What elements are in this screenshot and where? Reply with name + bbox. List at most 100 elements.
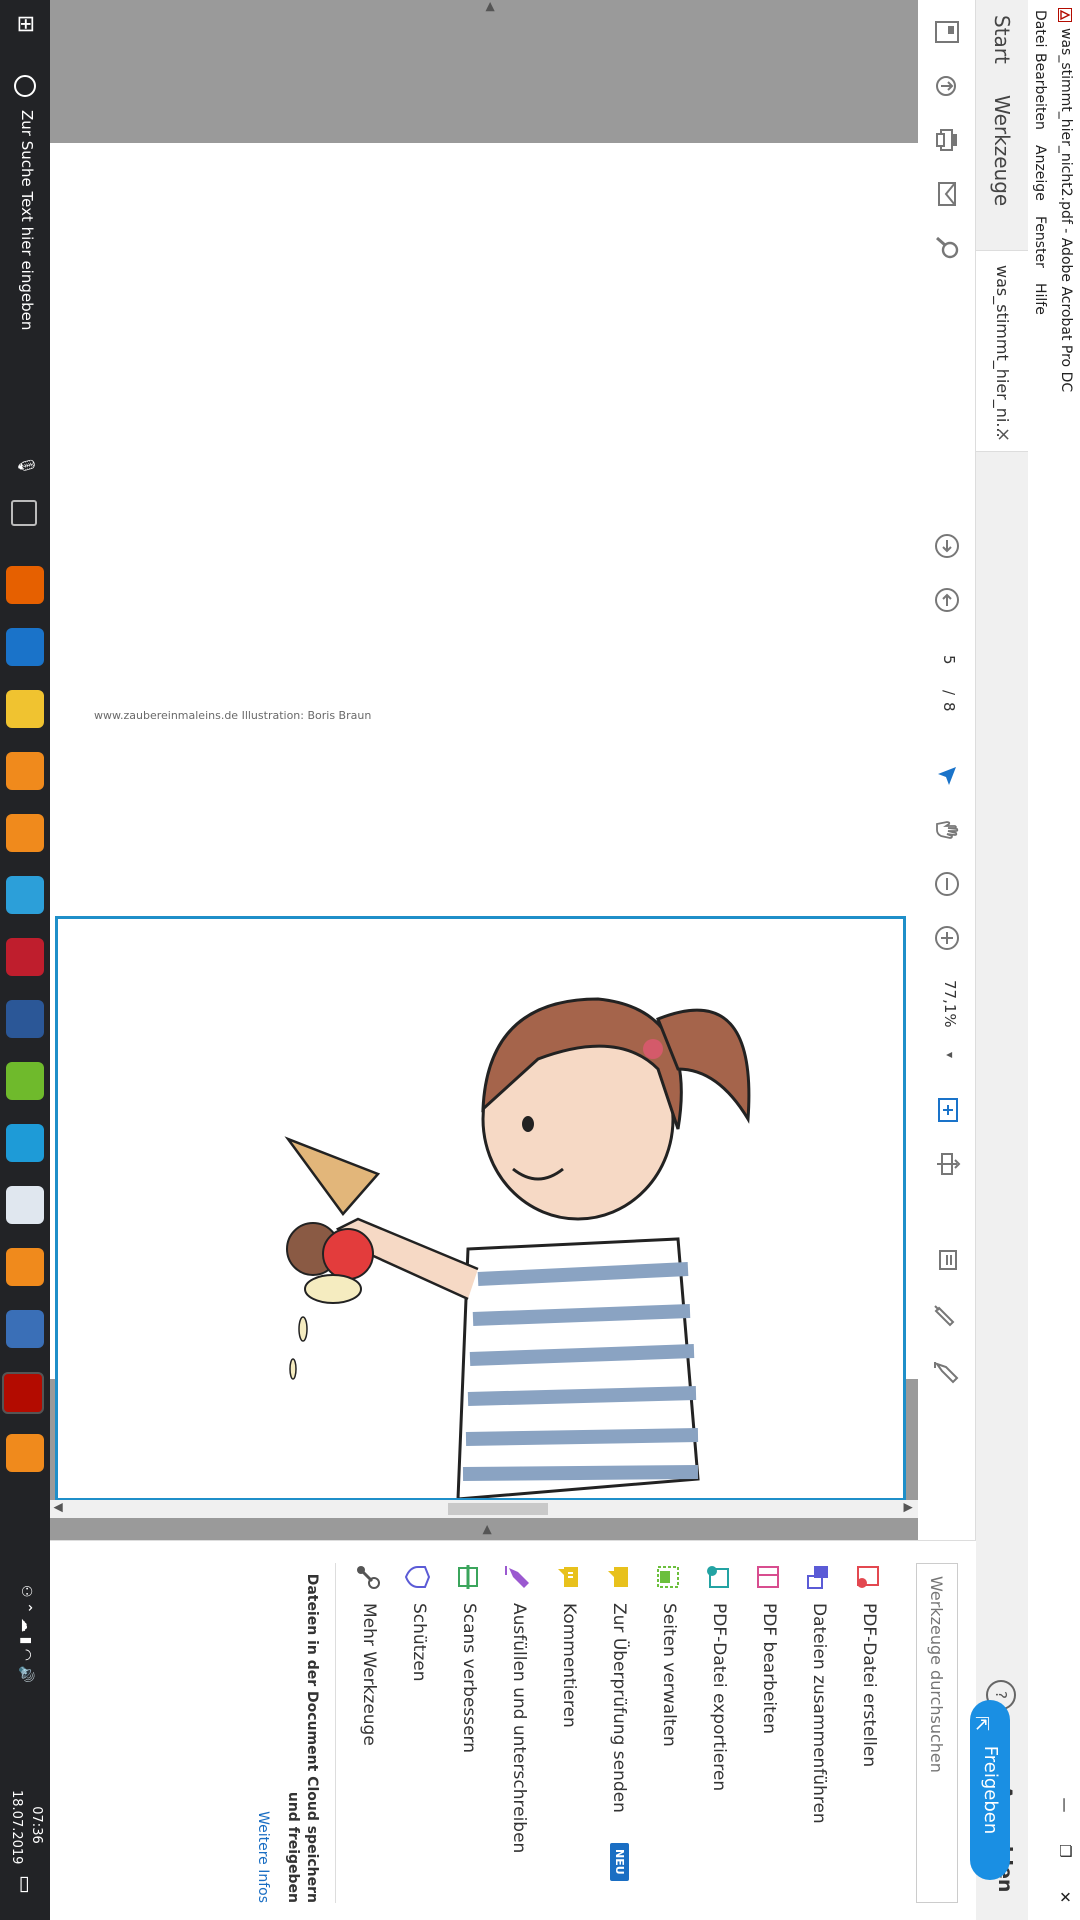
- tools-panel: PDF-Datei erstellen Dateien zusammenführ…: [50, 1540, 976, 1920]
- system-tray-icons[interactable]: ⚇ ⌃ ☁ ▮ ◠ 🔊: [18, 1585, 34, 1683]
- menu-datei[interactable]: Datei: [1032, 10, 1048, 47]
- menu-anzeige[interactable]: Anzeige: [1032, 145, 1048, 201]
- fit-page-icon[interactable]: [933, 1096, 961, 1124]
- blue-app-icon[interactable]: [6, 876, 44, 914]
- task-view-icon[interactable]: [11, 500, 37, 526]
- horizontal-scrollbar[interactable]: ▲ ▼: [50, 1500, 918, 1518]
- collapse-toolbar-icon[interactable]: ◀: [484, 2, 498, 11]
- tool-label: Zur Überprüfung senden: [609, 1603, 629, 1813]
- word-icon[interactable]: [6, 1000, 44, 1038]
- window-title: was_stimmt_hier_nicht2.pdf - Adobe Acrob…: [1058, 28, 1074, 393]
- cortana-icon[interactable]: [14, 75, 36, 97]
- create-icon[interactable]: [933, 18, 961, 46]
- zoom-in-icon[interactable]: [933, 924, 961, 952]
- tool-pdf-exportieren[interactable]: PDF-Datei exportieren: [698, 1563, 738, 1903]
- scroll-thumb[interactable]: [448, 1503, 548, 1515]
- create-pdf-icon: [857, 1566, 879, 1588]
- tool-label: Scans verbessern: [459, 1603, 479, 1753]
- orange-app-icon[interactable]: [6, 752, 44, 790]
- tool-scans-verbessern[interactable]: Scans verbessern: [448, 1563, 488, 1903]
- scroll-left-icon[interactable]: ▲: [902, 1503, 916, 1512]
- print-icon[interactable]: [933, 126, 961, 154]
- minimize-button[interactable]: —: [1050, 1782, 1080, 1828]
- export-pdf-icon: [707, 1566, 729, 1588]
- tool-label: Kommentieren: [559, 1603, 579, 1728]
- orange-app-icon[interactable]: [6, 814, 44, 852]
- pdf-page: www.zaubereinmaleins.de Illustration: Bo…: [50, 143, 918, 1501]
- taskbar-search-box[interactable]: Zur Suche Text hier eingeben: [18, 110, 36, 330]
- page-number-input[interactable]: 5: [940, 655, 958, 665]
- clock-time[interactable]: 07:36: [29, 1790, 44, 1860]
- document-view[interactable]: ◀ www.zaubereinmaleins.de Illustration: …: [50, 0, 918, 1540]
- select-cursor-icon[interactable]: [933, 762, 961, 790]
- zoom-level[interactable]: 77,1%: [941, 980, 959, 1028]
- menu-bearbeiten[interactable]: Bearbeiten: [1032, 53, 1048, 130]
- tab-werkzeuge[interactable]: Werkzeuge: [990, 95, 1014, 206]
- edge-icon[interactable]: [6, 628, 44, 666]
- windows-start-icon[interactable]: ⊞: [0, 0, 50, 48]
- firefox-icon[interactable]: [6, 566, 44, 604]
- panel-divider: [335, 1563, 336, 1903]
- close-tab-icon[interactable]: ×: [993, 427, 1014, 442]
- tools-app-icon[interactable]: [6, 1310, 44, 1348]
- cloud-upload-icon[interactable]: [933, 72, 961, 100]
- tool-zur-ueberpruefung-senden[interactable]: Zur Überprüfung senden NEU: [598, 1563, 638, 1903]
- scroll-right-icon[interactable]: ▼: [52, 1503, 66, 1512]
- search-icon[interactable]: [933, 234, 961, 262]
- page-separator: /: [940, 690, 958, 696]
- tool-mehr-werkzeuge[interactable]: Mehr Werkzeuge: [348, 1563, 388, 1903]
- tool-label: PDF-Datei exportieren: [709, 1603, 729, 1792]
- tools-search-box[interactable]: [916, 1563, 958, 1903]
- tool-seiten-verwalten[interactable]: Seiten verwalten: [648, 1563, 688, 1903]
- hand-tool-icon[interactable]: [933, 816, 961, 844]
- cyan-app-icon[interactable]: [6, 1124, 44, 1162]
- tool-dateien-zusammenfuehren[interactable]: Dateien zusammenführen: [798, 1563, 838, 1903]
- protect-icon: [404, 1566, 431, 1588]
- tools-search-input[interactable]: [917, 1564, 957, 1902]
- main-toolbar: 5 / 8 77,1% ▾: [917, 0, 975, 1540]
- tool-ausfuellen-und-unterschreiben[interactable]: Ausfüllen und unterschreiben: [498, 1563, 538, 1903]
- girl-with-ice-cream-illustration: [284, 997, 751, 1498]
- notification-icon[interactable]: ▭: [14, 1875, 38, 1894]
- menu-hilfe[interactable]: Hilfe: [1032, 283, 1048, 315]
- previous-page-icon[interactable]: [933, 586, 961, 614]
- orange-app-icon[interactable]: [6, 1248, 44, 1286]
- tool-kommentieren[interactable]: Kommentieren: [548, 1563, 588, 1903]
- mail-icon[interactable]: [933, 180, 961, 208]
- new-badge: NEU: [610, 1843, 629, 1881]
- tool-pdf-erstellen[interactable]: PDF-Datei erstellen: [848, 1563, 888, 1903]
- tab-start[interactable]: Start: [990, 15, 1014, 64]
- enhance-scans-icon: [458, 1565, 478, 1589]
- zoom-dropdown-icon[interactable]: ▾: [943, 1052, 957, 1058]
- tab-document[interactable]: was_stimmt_hier_ni... ×: [976, 250, 1028, 452]
- more-info-link[interactable]: Weitere Infos: [255, 1563, 271, 1903]
- tool-label: Seiten verwalten: [659, 1603, 679, 1747]
- filezilla-icon[interactable]: [6, 938, 44, 976]
- menu-fenster[interactable]: Fenster: [1032, 216, 1048, 268]
- page-total: 8: [940, 702, 958, 712]
- tool-label: Schützen: [409, 1603, 429, 1682]
- orange-app-icon[interactable]: [6, 1434, 44, 1472]
- share-button[interactable]: ⇱ Freigeben: [970, 1700, 1010, 1880]
- tool-schuetzen[interactable]: Schützen: [398, 1563, 438, 1903]
- clock-date[interactable]: 18.07.2019: [9, 1790, 24, 1864]
- file-explorer-icon[interactable]: [6, 690, 44, 728]
- tool-label: Dateien zusammenführen: [809, 1603, 829, 1824]
- sign-pen-icon[interactable]: [933, 1358, 961, 1386]
- read-mode-icon[interactable]: [933, 1150, 961, 1178]
- tool-pdf-bearbeiten[interactable]: PDF bearbeiten: [748, 1563, 788, 1903]
- microphone-icon[interactable]: 🎙: [17, 455, 36, 475]
- next-page-icon[interactable]: [933, 532, 961, 560]
- collapse-panel-icon[interactable]: ◀: [481, 1525, 495, 1534]
- highlight-pen-icon[interactable]: [933, 1302, 961, 1330]
- credit-text: www.zaubereinmaleins.de Illustration: Bo…: [94, 709, 372, 722]
- maximize-button[interactable]: ❐: [1050, 1828, 1080, 1874]
- notepad-app-icon[interactable]: [6, 1186, 44, 1224]
- comment-tool-icon[interactable]: [933, 1246, 961, 1274]
- acrobat-taskbar-icon[interactable]: [2, 1372, 44, 1414]
- title-bar: was_stimmt_hier_nicht2.pdf - Adobe Acrob…: [1050, 0, 1080, 1920]
- tool-label: PDF-Datei erstellen: [859, 1603, 879, 1768]
- green-app-icon[interactable]: [6, 1062, 44, 1100]
- close-window-button[interactable]: ✕: [1050, 1874, 1080, 1920]
- zoom-out-icon[interactable]: [933, 870, 961, 898]
